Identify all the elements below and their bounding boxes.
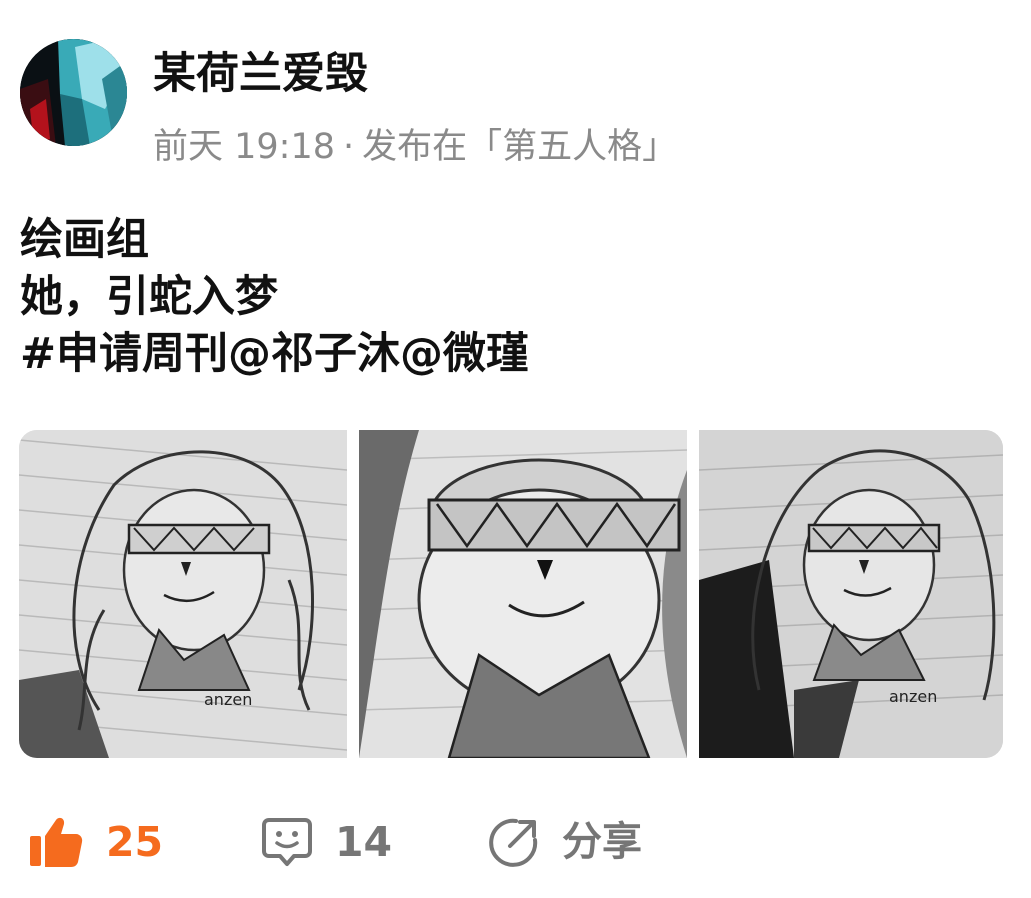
comment-button[interactable]: 14 [261,812,392,872]
meta-separator: · [343,127,355,167]
post-line-tags[interactable]: #申请周刊@祁子沐@微瑾 [20,326,529,383]
image-gallery: anzen anzen [19,430,1003,758]
author-name[interactable]: 某荷兰爱毁 [153,46,368,102]
pencil-sketch-portrait-shadow-icon: anzen [699,430,1003,758]
post-channel[interactable]: 发布在「第五人格」 [362,124,677,170]
avatar[interactable] [20,39,127,146]
svg-text:anzen: anzen [204,690,252,709]
share-label: 分享 [562,819,642,865]
post-image-3[interactable]: anzen [699,430,1003,758]
post-time: 前天 19:18 [153,127,335,167]
thumbs-up-icon [30,817,83,867]
post-image-1[interactable]: anzen [19,430,347,758]
like-button[interactable]: 25 [28,812,163,872]
avatar-image [20,39,127,146]
pencil-sketch-portrait-icon: anzen [19,430,347,758]
post-image-2[interactable] [359,430,687,758]
comment-count: 14 [335,818,393,866]
post-card: 某荷兰爱毁 前天 19:18 · 发布在「第五人格」 绘画组 她，引蛇入梦 #申… [0,0,1031,898]
pencil-sketch-portrait-closeup-icon [359,430,687,758]
action-bar: 25 14 分享 [28,812,728,872]
share-icon [489,818,538,867]
post-line-title: 她，引蛇入梦 [20,272,278,322]
like-count: 25 [106,818,164,866]
post-meta: 前天 19:18 · 发布在「第五人格」 [153,124,677,170]
share-button[interactable]: 分享 [488,812,642,872]
svg-text:anzen: anzen [889,687,937,706]
post-line-category: 绘画组 [20,215,149,265]
comment-smile-icon [262,818,312,866]
post-body: 绘画组 她，引蛇入梦 #申请周刊@祁子沐@微瑾 [20,212,529,383]
